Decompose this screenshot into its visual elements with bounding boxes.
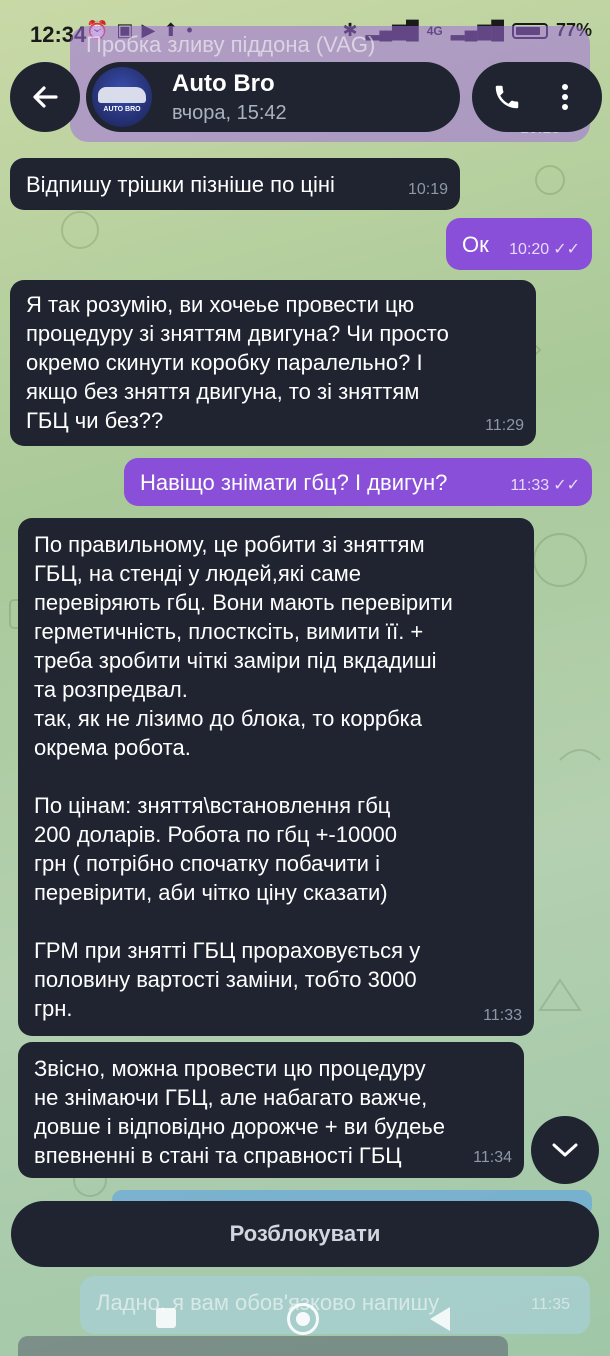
message-text: Відпишу трішки пізніше по ціні (26, 172, 335, 197)
message-text: Ок (462, 232, 489, 257)
message-time: 11:33 (483, 1007, 522, 1024)
message-outgoing[interactable]: Навіщо знімати гбц? І двигун? 11:33 ✓✓ (124, 458, 592, 506)
chat-header[interactable]: AUTO BRO Auto Bro вчора, 15:42 (86, 62, 460, 132)
double-check-icon: ✓✓ (553, 241, 580, 258)
message-text: Звісно, можна провести цю процедуру не з… (34, 1056, 446, 1168)
faded-message-bottom-text: Ладно, я вам обов'язково напишу (96, 1290, 440, 1315)
message-time-wrap: 10:20 ✓✓ (509, 235, 580, 264)
message-text: Я так розумію, ви хочеье провести цю про… (26, 292, 449, 433)
unblock-button[interactable]: Розблокувати (11, 1201, 599, 1267)
scroll-down-button[interactable] (531, 1116, 599, 1184)
phone-icon (495, 85, 519, 109)
message-incoming[interactable]: По правильному, це робити зі зняттям ГБЦ… (18, 518, 534, 1036)
message-incoming[interactable]: Відпишу трішки пізніше по ціні 10:19 (10, 158, 460, 210)
recents-button[interactable] (156, 1308, 176, 1328)
double-check-icon: ✓✓ (553, 477, 580, 494)
more-menu-button[interactable] (544, 76, 586, 118)
system-back-button[interactable] (430, 1307, 450, 1331)
message-time: 11:34 (473, 1149, 512, 1166)
message-text: Навіщо знімати гбц? І двигун? (140, 470, 448, 495)
faded-message-gray (18, 1336, 508, 1356)
message-text: По правильному, це робити зі зняттям ГБЦ… (34, 532, 453, 1021)
faded-message-top-text: Пробка зливу піддона (VAG) (86, 32, 376, 57)
more-vertical-icon (562, 84, 568, 110)
chat-title: Auto Bro (172, 70, 275, 97)
home-button[interactable] (287, 1303, 319, 1335)
message-time: 10:20 (509, 241, 550, 258)
last-seen: вчора, 15:42 (172, 102, 287, 124)
chevron-down-icon (552, 1143, 578, 1157)
arrow-left-icon (33, 86, 58, 108)
avatar-brand-text: AUTO BRO (103, 106, 141, 113)
message-incoming[interactable]: Звісно, можна провести цю процедуру не з… (18, 1042, 524, 1178)
call-button[interactable] (486, 76, 528, 118)
car-logo-icon (98, 87, 146, 103)
faded-message-bottom-time: 11:35 (531, 1296, 570, 1313)
message-time: 10:19 (407, 181, 448, 198)
message-time: 11:29 (485, 417, 524, 434)
message-outgoing[interactable]: Ок 10:20 ✓✓ (446, 218, 592, 270)
back-button[interactable] (10, 62, 80, 132)
avatar[interactable]: AUTO BRO (92, 67, 152, 127)
message-time-wrap: 11:33 ✓✓ (510, 471, 580, 500)
message-incoming[interactable]: Я так розумію, ви хочеье провести цю про… (10, 280, 536, 446)
header-actions (472, 62, 602, 132)
message-time: 11:33 (510, 477, 550, 494)
